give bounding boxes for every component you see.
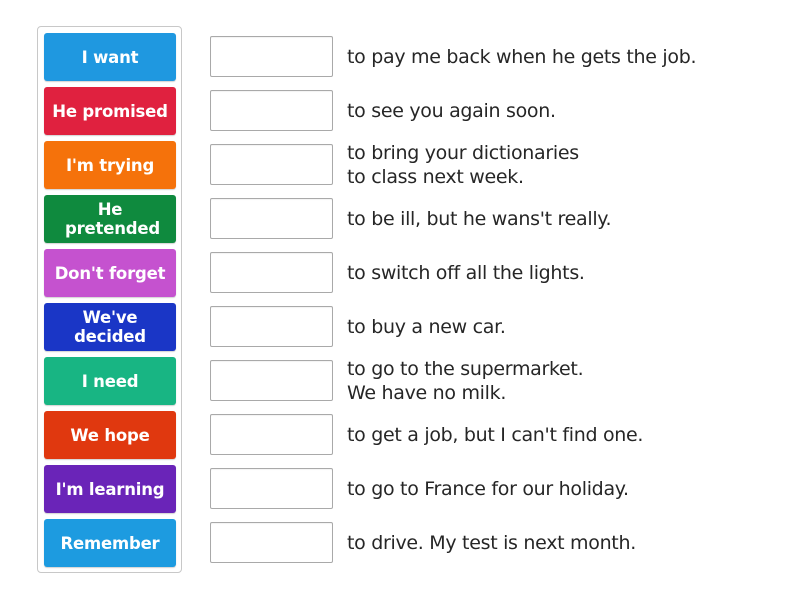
match-row: to bring your dictionaries to class next… <box>210 141 770 188</box>
sentence-text: to pay me back when he gets the job. <box>347 45 697 68</box>
sentence-text: to see you again soon. <box>347 99 556 122</box>
tile-label: I need <box>81 371 139 391</box>
tile-i-want[interactable]: I want <box>44 33 176 81</box>
drop-box[interactable] <box>210 252 333 293</box>
drop-box[interactable] <box>210 144 333 185</box>
sentence-text: to go to the supermarket. We have no mil… <box>347 357 584 404</box>
tile-weve-decided[interactable]: We've decided <box>44 303 176 351</box>
tile-he-promised[interactable]: He promised <box>44 87 176 135</box>
sentence-text: to get a job, but I can't find one. <box>347 423 644 446</box>
tile-label: I want <box>81 47 139 67</box>
match-row: to be ill, but he wans't really. <box>210 198 770 240</box>
tile-im-learning[interactable]: I'm learning <box>44 465 176 513</box>
match-row: to buy a new car. <box>210 306 770 348</box>
drop-box[interactable] <box>210 198 333 239</box>
tile-label: We've decided <box>74 308 146 346</box>
match-row: to go to the supermarket. We have no mil… <box>210 357 770 404</box>
tile-label: We hope <box>70 425 150 445</box>
tile-dont-forget[interactable]: Don't forget <box>44 249 176 297</box>
match-row: to pay me back when he gets the job. <box>210 36 770 78</box>
tile-label: I'm learning <box>55 479 165 499</box>
sentence-text: to buy a new car. <box>347 315 506 338</box>
drop-box[interactable] <box>210 90 333 131</box>
sentence-text: to be ill, but he wans't really. <box>347 207 612 230</box>
match-row: to see you again soon. <box>210 90 770 132</box>
tile-i-need[interactable]: I need <box>44 357 176 405</box>
match-up-activity: I want He promised I'm trying He pretend… <box>0 0 800 600</box>
sentence-text: to bring your dictionaries to class next… <box>347 141 579 188</box>
sentence-text: to switch off all the lights. <box>347 261 585 284</box>
sentence-text: to drive. My test is next month. <box>347 531 636 554</box>
tile-label: Don't forget <box>54 263 166 283</box>
drop-box[interactable] <box>210 468 333 509</box>
match-row: to drive. My test is next month. <box>210 522 770 564</box>
match-row: to switch off all the lights. <box>210 252 770 294</box>
drop-box[interactable] <box>210 360 333 401</box>
tile-remember[interactable]: Remember <box>44 519 176 567</box>
drop-box[interactable] <box>210 414 333 455</box>
drop-box[interactable] <box>210 36 333 77</box>
drop-box[interactable] <box>210 522 333 563</box>
tile-label: He promised <box>52 101 168 121</box>
tile-label: He pretended <box>65 200 160 238</box>
match-row: to go to France for our holiday. <box>210 468 770 510</box>
tile-we-hope[interactable]: We hope <box>44 411 176 459</box>
drop-box[interactable] <box>210 306 333 347</box>
tile-he-pretended[interactable]: He pretended <box>44 195 176 243</box>
sentence-text: to go to France for our holiday. <box>347 477 629 500</box>
tile-label: I'm trying <box>65 155 155 175</box>
tile-im-trying[interactable]: I'm trying <box>44 141 176 189</box>
tile-tray: I want He promised I'm trying He pretend… <box>37 26 182 573</box>
match-row: to get a job, but I can't find one. <box>210 414 770 456</box>
tile-label: Remember <box>60 533 160 553</box>
